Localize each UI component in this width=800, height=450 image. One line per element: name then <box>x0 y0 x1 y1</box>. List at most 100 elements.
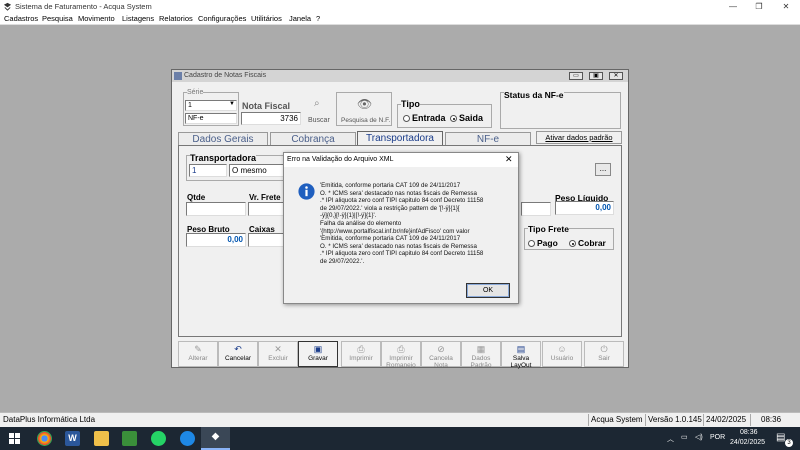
restore-icon[interactable]: ❐ <box>746 0 772 13</box>
toolbar-button-label: Alterar <box>188 355 208 362</box>
clock-time[interactable]: 08:36 <box>740 429 758 436</box>
ativar-dados-padrao-button[interactable]: Ativar dados padrão <box>536 131 622 144</box>
vr-frete-input[interactable] <box>248 202 284 216</box>
chrome-icon[interactable] <box>37 431 52 446</box>
qtde-label: Qtde <box>187 193 206 202</box>
volume-icon[interactable]: ◁) <box>695 433 703 441</box>
network-icon[interactable]: ▭ <box>681 433 688 441</box>
menu-configuracoes[interactable]: Configurações <box>198 14 246 23</box>
status-separator <box>703 414 704 426</box>
menu-cadastros[interactable]: Cadastros <box>4 14 38 23</box>
cancel-icon: ⊘ <box>437 344 445 354</box>
transportadora-name-input[interactable]: O mesmo <box>229 164 289 177</box>
qtde-input[interactable] <box>186 202 246 216</box>
form-close-icon[interactable]: ✕ <box>609 72 623 80</box>
peso-bruto-input[interactable]: 0,00 <box>186 233 246 247</box>
tab-dados-gerais[interactable]: Dados Gerais <box>178 132 268 145</box>
status-company: DataPlus Informática Ltda <box>3 415 96 424</box>
menu-listagens[interactable]: Listagens <box>122 14 154 23</box>
menu-janela[interactable]: Janela <box>289 14 311 23</box>
whatsapp-icon[interactable] <box>151 431 166 446</box>
cancelar-button[interactable]: ↶ Cancelar <box>218 341 258 367</box>
chevron-up-icon[interactable]: ︿ <box>667 434 674 444</box>
serie-frame: Série 1 ▼ NF-e <box>183 89 239 126</box>
form-title-bar: Cadastro de Notas Fiscais ▭ ▣ ✕ <box>172 70 628 82</box>
radio-off-icon <box>403 115 410 123</box>
word-icon[interactable]: W <box>65 431 80 446</box>
tab-transportadora[interactable]: Transportadora <box>357 131 443 146</box>
nota-fiscal-input[interactable]: 3736 <box>241 112 301 125</box>
excluir-button[interactable]: ✕ Excluir <box>258 341 298 367</box>
clock-date[interactable]: 24/02/2025 <box>730 439 765 446</box>
window-title: Sistema de Faturamento - Acqua System <box>15 2 152 11</box>
browse-button[interactable]: ... <box>595 163 611 176</box>
vr-frete-label: Vr. Frete <box>249 193 281 202</box>
language-indicator[interactable]: POR <box>710 434 725 441</box>
file-explorer-icon[interactable] <box>94 431 109 446</box>
serie-label: Série <box>187 89 204 96</box>
gravar-button[interactable]: ▣ Gravar <box>298 341 338 367</box>
menu-bar: Cadastros Pesquisa Movimento Listagens R… <box>0 13 800 25</box>
acqua-app-icon: ◆ <box>211 431 220 442</box>
buscar-button[interactable]: ⌕ Buscar <box>305 92 335 126</box>
status-nfe-frame: Status da NF-e <box>500 90 621 129</box>
taskbar: W ◆ ︿ ▭ ◁) POR 08:36 24/02/2025 ▤ 3 <box>0 427 800 450</box>
defaults-icon: ▦ <box>476 344 486 354</box>
pesquisa-label: Pesquisa de N.F. <box>341 117 391 124</box>
menu-relatorios[interactable]: Relatorios <box>159 14 193 23</box>
serie-type-field[interactable]: NF-e <box>185 113 237 124</box>
menu-pesquisa[interactable]: Pesquisa <box>42 14 73 23</box>
alterar-button[interactable]: ✎ Alterar <box>178 341 218 367</box>
dados-padr-o-button[interactable]: ▦ Dados Padrão <box>461 341 501 369</box>
cobrar-radio[interactable]: Cobrar <box>569 238 606 248</box>
form-minimize-icon[interactable]: ▭ <box>569 72 583 80</box>
hidden-field-input[interactable] <box>521 202 551 216</box>
form-title: Cadastro de Notas Fiscais <box>184 72 267 79</box>
saida-radio[interactable]: Saida <box>450 113 483 123</box>
tab-cobranca[interactable]: Cobrança <box>270 132 356 145</box>
toolbar-button-label: Dados Padrão <box>470 355 492 369</box>
minimize-icon[interactable]: — <box>720 0 746 13</box>
status-date: 24/02/2025 <box>706 415 747 424</box>
salva-layout-button[interactable]: ▤ Salva LayOut <box>501 341 541 369</box>
entrada-radio[interactable]: Entrada <box>403 113 446 123</box>
pago-radio[interactable]: Pago <box>528 238 558 248</box>
notification-icon[interactable]: ▤ <box>776 432 785 443</box>
serie-select[interactable]: 1 ▼ <box>185 100 237 111</box>
transportadora-code-input[interactable]: 1 <box>189 164 227 177</box>
sair-button[interactable]: ⏻ Sair <box>584 341 624 367</box>
layout-icon: ▤ <box>516 344 526 354</box>
close-icon[interactable]: ✕ <box>773 0 799 13</box>
toolbar-button-label: Imprimir <box>349 355 373 362</box>
imprimir-button[interactable]: ⎙ Imprimir <box>341 341 381 367</box>
print-icon: ⎙ <box>397 344 405 354</box>
peso-liquido-input[interactable]: 0,00 <box>555 201 614 215</box>
toolbar-button-label: Usuário <box>550 355 574 362</box>
form-maximize-icon[interactable]: ▣ <box>589 72 603 80</box>
acqua-system-taskbar-button[interactable]: ◆ <box>201 427 230 450</box>
cobrar-label: Cobrar <box>578 238 606 248</box>
app-blue-icon[interactable] <box>180 431 195 446</box>
menu-utilitarios[interactable]: Utilitários <box>251 14 282 23</box>
pesquisa-nf-button[interactable]: 👁 Pesquisa de N.F. <box>336 92 392 126</box>
dialog-close-icon[interactable]: ✕ <box>505 154 513 165</box>
radio-off-icon <box>528 240 535 248</box>
caixas-input[interactable] <box>248 233 284 247</box>
tipo-frame: Tipo Entrada Saida <box>397 99 492 128</box>
menu-movimento[interactable]: Movimento <box>78 14 115 23</box>
tab-nfe[interactable]: NF-e <box>445 132 531 145</box>
imprimir-romaneio-button[interactable]: ⎙ Imprimir Romaneio <box>381 341 421 369</box>
pago-label: Pago <box>537 238 558 248</box>
delete-icon: ✕ <box>274 344 282 354</box>
ok-button[interactable]: OK <box>466 283 510 298</box>
app-tree-icon[interactable] <box>122 431 137 446</box>
entrada-label: Entrada <box>412 113 446 123</box>
notification-badge: 3 <box>785 439 793 447</box>
undo-icon: ↶ <box>234 344 242 354</box>
windows-start-icon[interactable] <box>9 433 20 444</box>
tipo-frete-label: Tipo Frete <box>528 224 569 234</box>
usu-rio-button[interactable]: ☺ Usuário <box>542 341 582 367</box>
cancela-nota-button[interactable]: ⊘ Cancela Nota <box>421 341 461 369</box>
toolbar-button-label: Excluir <box>268 355 288 362</box>
menu-help[interactable]: ? <box>316 14 320 23</box>
